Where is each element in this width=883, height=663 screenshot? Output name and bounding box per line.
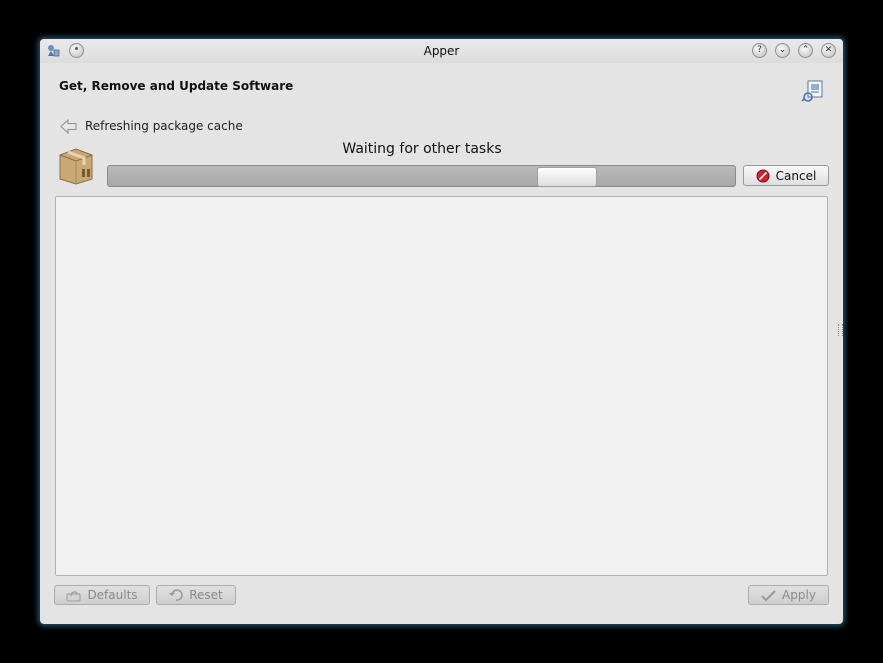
defaults-icon: [66, 590, 81, 601]
cancel-label: Cancel: [775, 168, 817, 183]
progress-bar: [107, 165, 736, 187]
resize-grip[interactable]: [838, 324, 843, 336]
reset-button[interactable]: Reset: [156, 585, 236, 605]
checkmark-icon: [761, 589, 776, 601]
progress-indicator: [537, 167, 597, 187]
apply-label: Apply: [782, 588, 816, 602]
maximize-icon: ⌃: [801, 45, 810, 55]
arrow-left-icon[interactable]: [60, 118, 77, 135]
close-icon: ✕: [824, 45, 833, 55]
help-button[interactable]: ?: [752, 43, 767, 58]
page-title: Get, Remove and Update Software: [59, 79, 294, 93]
apper-window: Apper ? ⌄ ⌃ ✕ Get, Remove and Update Sof…: [40, 39, 843, 624]
minimize-button[interactable]: ⌄: [775, 43, 790, 58]
cancel-button[interactable]: Cancel: [743, 165, 829, 186]
reset-icon: [169, 588, 184, 601]
defaults-button[interactable]: Defaults: [54, 585, 150, 605]
defaults-label: Defaults: [87, 588, 138, 602]
task-label: Refreshing package cache: [85, 119, 243, 133]
close-button[interactable]: ✕: [821, 43, 836, 58]
reset-label: Reset: [189, 588, 223, 602]
cancel-icon: [756, 169, 770, 182]
minimize-icon: ⌄: [778, 45, 787, 55]
status-text: Waiting for other tasks: [342, 141, 502, 157]
title-bar[interactable]: Apper ? ⌄ ⌃ ✕: [40, 39, 843, 63]
transaction-details-area: [55, 196, 828, 576]
help-icon: ?: [757, 45, 762, 55]
package-box-icon: [59, 148, 93, 185]
apply-button[interactable]: Apply: [748, 585, 829, 605]
software-settings-icon[interactable]: [801, 79, 825, 103]
window-title: Apper: [423, 44, 460, 58]
maximize-button[interactable]: ⌃: [798, 43, 813, 58]
